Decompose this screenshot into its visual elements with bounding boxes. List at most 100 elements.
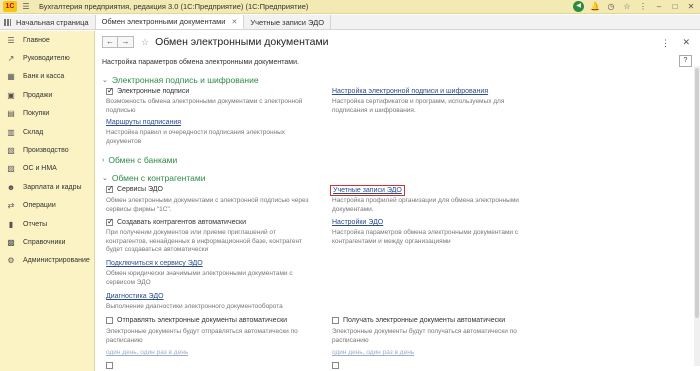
sidebar: ☰ Главное ↗ Руководителю ▦ Банк и касса ▣ Пр…	[0, 31, 95, 371]
tab-label: Обмен электронными документами	[101, 17, 226, 26]
checkbox-box[interactable]	[106, 317, 113, 324]
edo-services-note: Обмен электронными документами с электро…	[106, 197, 309, 213]
app-logo-icon: 1С	[3, 1, 17, 12]
checkbox-box[interactable]	[332, 317, 339, 324]
sidebar-item-sales[interactable]: ▣ Продажи	[0, 86, 94, 104]
receive-schedule-link[interactable]: один день, один раз в день	[332, 349, 414, 356]
sidebar-item-operations[interactable]: ⇄ Операции	[0, 197, 94, 215]
signatures-checkbox[interactable]: Электронные подписи	[106, 86, 189, 95]
cart-icon: ▣	[7, 90, 15, 100]
edo-services-checkbox[interactable]: Сервисы ЭДО	[106, 184, 163, 193]
checkbox-box[interactable]	[106, 217, 114, 226]
sidebar-item-manager[interactable]: ↗ Руководителю	[0, 49, 94, 67]
checkbox-box[interactable]	[106, 362, 113, 369]
edo-accounts-link[interactable]: Учетные записи ЭДО	[330, 185, 405, 196]
extra-checkbox-right[interactable]	[332, 362, 343, 369]
sidebar-item-admin[interactable]: ⚙ Администрирование	[0, 252, 94, 270]
tab-close-icon[interactable]: ✕	[231, 18, 237, 26]
more-icon[interactable]: ⋮	[661, 38, 670, 49]
sidebar-item-main[interactable]: ☰ Главное	[0, 31, 94, 49]
form-description: Настройка параметров обмена электронными…	[102, 59, 299, 66]
tabs-bar: Начальная страница Обмен электронными до…	[0, 15, 700, 30]
menu-icon[interactable]: ☰	[21, 2, 31, 12]
grid-icon	[4, 18, 11, 26]
sidebar-item-warehouse[interactable]: ▥ Склад	[0, 123, 94, 141]
chart-icon: ↗	[7, 54, 15, 64]
tab-home[interactable]: Начальная страница	[0, 15, 96, 29]
history-icon[interactable]: ◷	[606, 2, 616, 11]
signature-settings-link[interactable]: Настройка электронной подписи и шифрован…	[332, 88, 488, 95]
sidebar-item-label: Склад	[23, 128, 44, 136]
menu-icon: ☰	[7, 35, 15, 45]
operations-icon: ⇄	[7, 201, 15, 211]
sidebar-item-bank[interactable]: ▦ Банк и касса	[0, 68, 94, 86]
sidebar-item-purchases[interactable]: ▤ Покупки	[0, 105, 94, 123]
edo-settings-note: Настройка параметров обмена электронными…	[332, 229, 519, 245]
reports-icon: ▮	[8, 219, 14, 229]
checkbox-box[interactable]	[332, 362, 339, 369]
tab-edo-exchange[interactable]: Обмен электронными документами ✕	[95, 15, 245, 29]
sidebar-item-references[interactable]: ▩ Справочники	[0, 233, 94, 251]
title-bar: 1С ☰ Бухгалтерия предприятия, редакция 3…	[0, 0, 700, 14]
section-title: Электронная подпись и шифрование	[111, 75, 259, 85]
tab-edo-accounts[interactable]: Учетные записи ЭДО	[244, 15, 332, 29]
maximize-icon[interactable]: □	[670, 2, 680, 11]
sidebar-item-label: Операции	[23, 202, 56, 210]
favorite-star-icon[interactable]: ☆	[141, 37, 149, 48]
window-title: Бухгалтерия предприятия, редакция 3.0 (1…	[39, 2, 309, 11]
basket-icon: ▤	[7, 109, 15, 119]
connect-edo-note: Обмен юридически значимыми электронными …	[106, 270, 293, 286]
auto-send-checkbox[interactable]: Отправлять электронные документы автомат…	[106, 317, 287, 324]
back-button[interactable]: ←	[102, 36, 118, 48]
notification-icon[interactable]: ◀	[573, 1, 584, 12]
more-icon[interactable]: ⋮	[638, 2, 648, 11]
bank-icon: ▦	[7, 72, 15, 82]
sidebar-item-assets[interactable]: ▨ ОС и НМА	[0, 160, 94, 178]
signing-routes-link[interactable]: Маршруты подписания	[106, 119, 181, 126]
sidebar-item-label: Главное	[23, 36, 50, 44]
section-counterparties[interactable]: ⌄ Обмен с контрагентами	[102, 173, 205, 183]
minimize-icon[interactable]: –	[654, 2, 664, 11]
forward-button[interactable]: →	[118, 36, 134, 48]
chevron-right-icon: ›	[102, 156, 105, 164]
extra-checkbox-left[interactable]	[106, 362, 117, 369]
checkbox-box[interactable]	[106, 86, 114, 95]
checkbox-label: Создавать контрагентов автоматически	[117, 219, 246, 226]
section-title: Обмен с банками	[108, 155, 178, 165]
send-schedule-link[interactable]: один день, один раз в день	[106, 349, 188, 356]
close-icon[interactable]: ✕	[682, 37, 690, 48]
close-icon[interactable]: ✕	[686, 2, 696, 11]
checkbox-box[interactable]	[106, 184, 114, 193]
sidebar-item-label: Отчеты	[23, 220, 48, 228]
auto-receive-checkbox[interactable]: Получать электронные документы автоматич…	[332, 317, 505, 324]
sidebar-item-label: Продажи	[23, 91, 53, 99]
tab-label: Начальная страница	[16, 17, 89, 27]
titlebar-controls: ◀ 🔔 ◷ ☆ ⋮ – □ ✕	[573, 1, 696, 12]
section-signature[interactable]: ⌄ Электронная подпись и шифрование	[102, 75, 259, 85]
help-button[interactable]: ?	[679, 55, 692, 67]
edo-settings-link[interactable]: Настройки ЭДО	[332, 219, 383, 226]
sidebar-item-reports[interactable]: ▮ Отчеты	[0, 215, 94, 233]
sidebar-item-salary[interactable]: ☻ Зарплата и кадры	[0, 178, 94, 196]
connect-edo-link[interactable]: Подключиться к сервису ЭДО	[106, 260, 203, 267]
sidebar-item-label: Производство	[23, 147, 69, 155]
auto-receive-note: Электронные документы будут получаться а…	[332, 328, 517, 344]
sidebar-item-production[interactable]: ▧ Производство	[0, 141, 94, 159]
edo-diagnostics-link[interactable]: Диагностика ЭДО	[106, 293, 164, 300]
checkbox-label: Получать электронные документы автоматич…	[343, 317, 506, 324]
signature-settings-note: Настройка сертификатов и программ, испол…	[332, 98, 505, 114]
gear-icon: ⚙	[7, 256, 15, 266]
scrollbar[interactable]	[694, 66, 700, 366]
factory-icon: ▧	[7, 146, 15, 156]
auto-create-checkbox[interactable]: Создавать контрагентов автоматически	[106, 217, 246, 226]
signatures-note: Возможность обмена электронными документ…	[106, 98, 303, 114]
section-banks[interactable]: › Обмен с банками	[102, 155, 177, 165]
bell-icon[interactable]: 🔔	[590, 2, 600, 11]
page-title: Обмен электронными документами	[155, 36, 329, 48]
sidebar-item-label: Администрирование	[23, 257, 90, 265]
scrollbar-thumb[interactable]	[695, 68, 699, 318]
auto-create-note: При получении документов или приеме приг…	[106, 229, 303, 253]
chevron-down-icon: ⌄	[102, 175, 108, 182]
star-icon[interactable]: ☆	[622, 2, 632, 11]
signing-routes-note: Настройка правил и очередности подписани…	[106, 129, 286, 145]
